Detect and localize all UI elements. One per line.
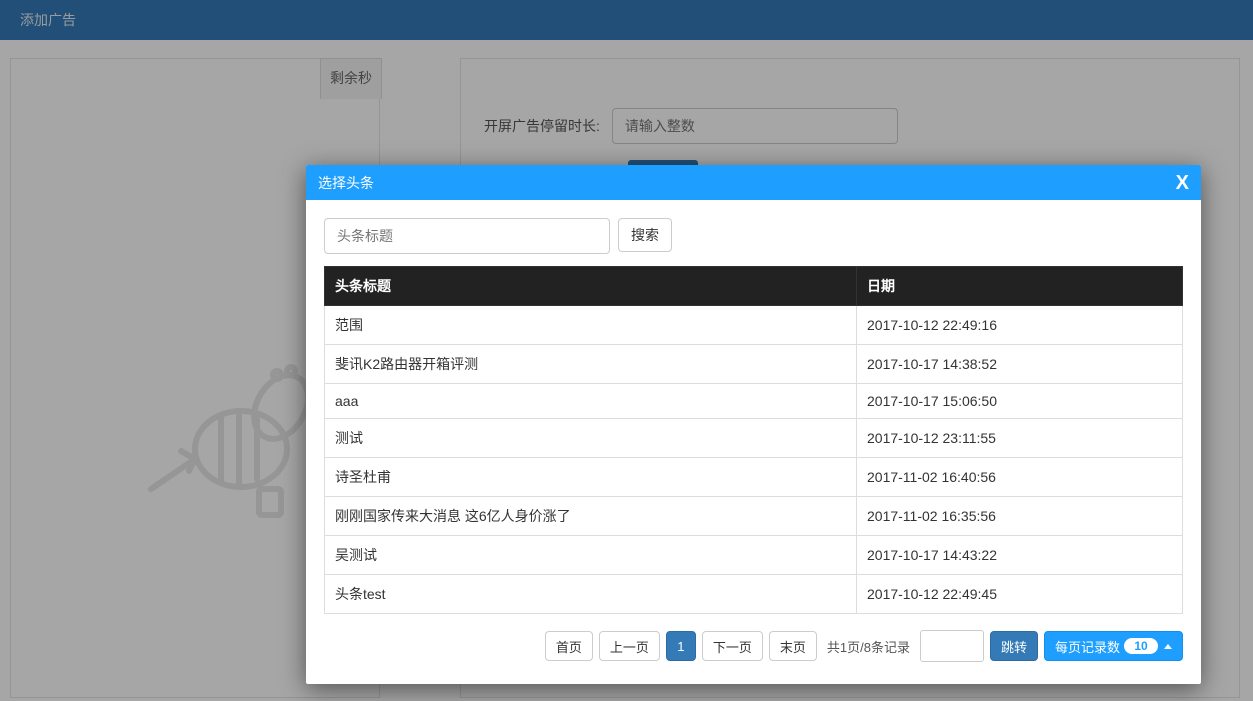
table-row[interactable]: 吴测试2017-10-17 14:43:22: [325, 536, 1183, 575]
table-row[interactable]: 刚刚国家传来大消息 这6亿人身价涨了2017-11-02 16:35:56: [325, 497, 1183, 536]
table-row[interactable]: 斐讯K2路由器开箱评测2017-10-17 14:38:52: [325, 345, 1183, 384]
cell-title: 测试: [325, 419, 857, 458]
table-row[interactable]: 诗圣杜甫2017-11-02 16:40:56: [325, 458, 1183, 497]
col-title: 头条标题: [325, 267, 857, 306]
cell-title: 范围: [325, 306, 857, 345]
page-next-button[interactable]: 下一页: [702, 631, 763, 661]
page-last-button[interactable]: 末页: [769, 631, 817, 661]
cell-title: 头条test: [325, 575, 857, 614]
page-size-label: 每页记录数: [1055, 637, 1120, 656]
page-first-button[interactable]: 首页: [545, 631, 593, 661]
pagination: 首页 上一页 1 下一页 末页 共1页/8条记录 跳转 每页记录数 10: [324, 630, 1183, 662]
search-button[interactable]: 搜索: [618, 218, 672, 252]
table-row[interactable]: 头条test2017-10-12 22:49:45: [325, 575, 1183, 614]
cell-title: 斐讯K2路由器开箱评测: [325, 345, 857, 384]
cell-date: 2017-10-17 14:38:52: [857, 345, 1183, 384]
cell-date: 2017-10-17 14:43:22: [857, 536, 1183, 575]
select-headline-modal: 选择头条 X 搜索 头条标题 日期 范围2017-10-12 22:49:16 …: [306, 165, 1201, 684]
cell-date: 2017-10-12 22:49:16: [857, 306, 1183, 345]
table-row[interactable]: 测试2017-10-12 23:11:55: [325, 419, 1183, 458]
modal-title: 选择头条: [318, 173, 374, 193]
cell-title: 刚刚国家传来大消息 这6亿人身价涨了: [325, 497, 857, 536]
modal-header: 选择头条 X: [306, 165, 1201, 200]
close-icon[interactable]: X: [1176, 173, 1189, 193]
page-size-dropdown[interactable]: 每页记录数 10: [1044, 631, 1183, 661]
modal-body: 搜索 头条标题 日期 范围2017-10-12 22:49:16 斐讯K2路由器…: [306, 200, 1201, 684]
cell-date: 2017-11-02 16:40:56: [857, 458, 1183, 497]
caret-up-icon: [1164, 644, 1172, 649]
page-number-current[interactable]: 1: [666, 631, 696, 661]
cell-title: aaa: [325, 384, 857, 419]
page-prev-button[interactable]: 上一页: [599, 631, 660, 661]
cell-date: 2017-10-12 22:49:45: [857, 575, 1183, 614]
cell-date: 2017-10-12 23:11:55: [857, 419, 1183, 458]
cell-title: 吴测试: [325, 536, 857, 575]
cell-title: 诗圣杜甫: [325, 458, 857, 497]
table-row[interactable]: aaa2017-10-17 15:06:50: [325, 384, 1183, 419]
table-header-row: 头条标题 日期: [325, 267, 1183, 306]
page-jump-button[interactable]: 跳转: [990, 631, 1038, 661]
headline-search-input[interactable]: [324, 218, 610, 254]
cell-date: 2017-11-02 16:35:56: [857, 497, 1183, 536]
page-jump-input[interactable]: [920, 630, 984, 662]
search-row: 搜索: [324, 218, 1183, 254]
table-row[interactable]: 范围2017-10-12 22:49:16: [325, 306, 1183, 345]
col-date: 日期: [857, 267, 1183, 306]
page-size-value: 10: [1124, 638, 1158, 654]
headline-table: 头条标题 日期 范围2017-10-12 22:49:16 斐讯K2路由器开箱评…: [324, 266, 1183, 614]
page-summary: 共1页/8条记录: [823, 637, 914, 656]
cell-date: 2017-10-17 15:06:50: [857, 384, 1183, 419]
